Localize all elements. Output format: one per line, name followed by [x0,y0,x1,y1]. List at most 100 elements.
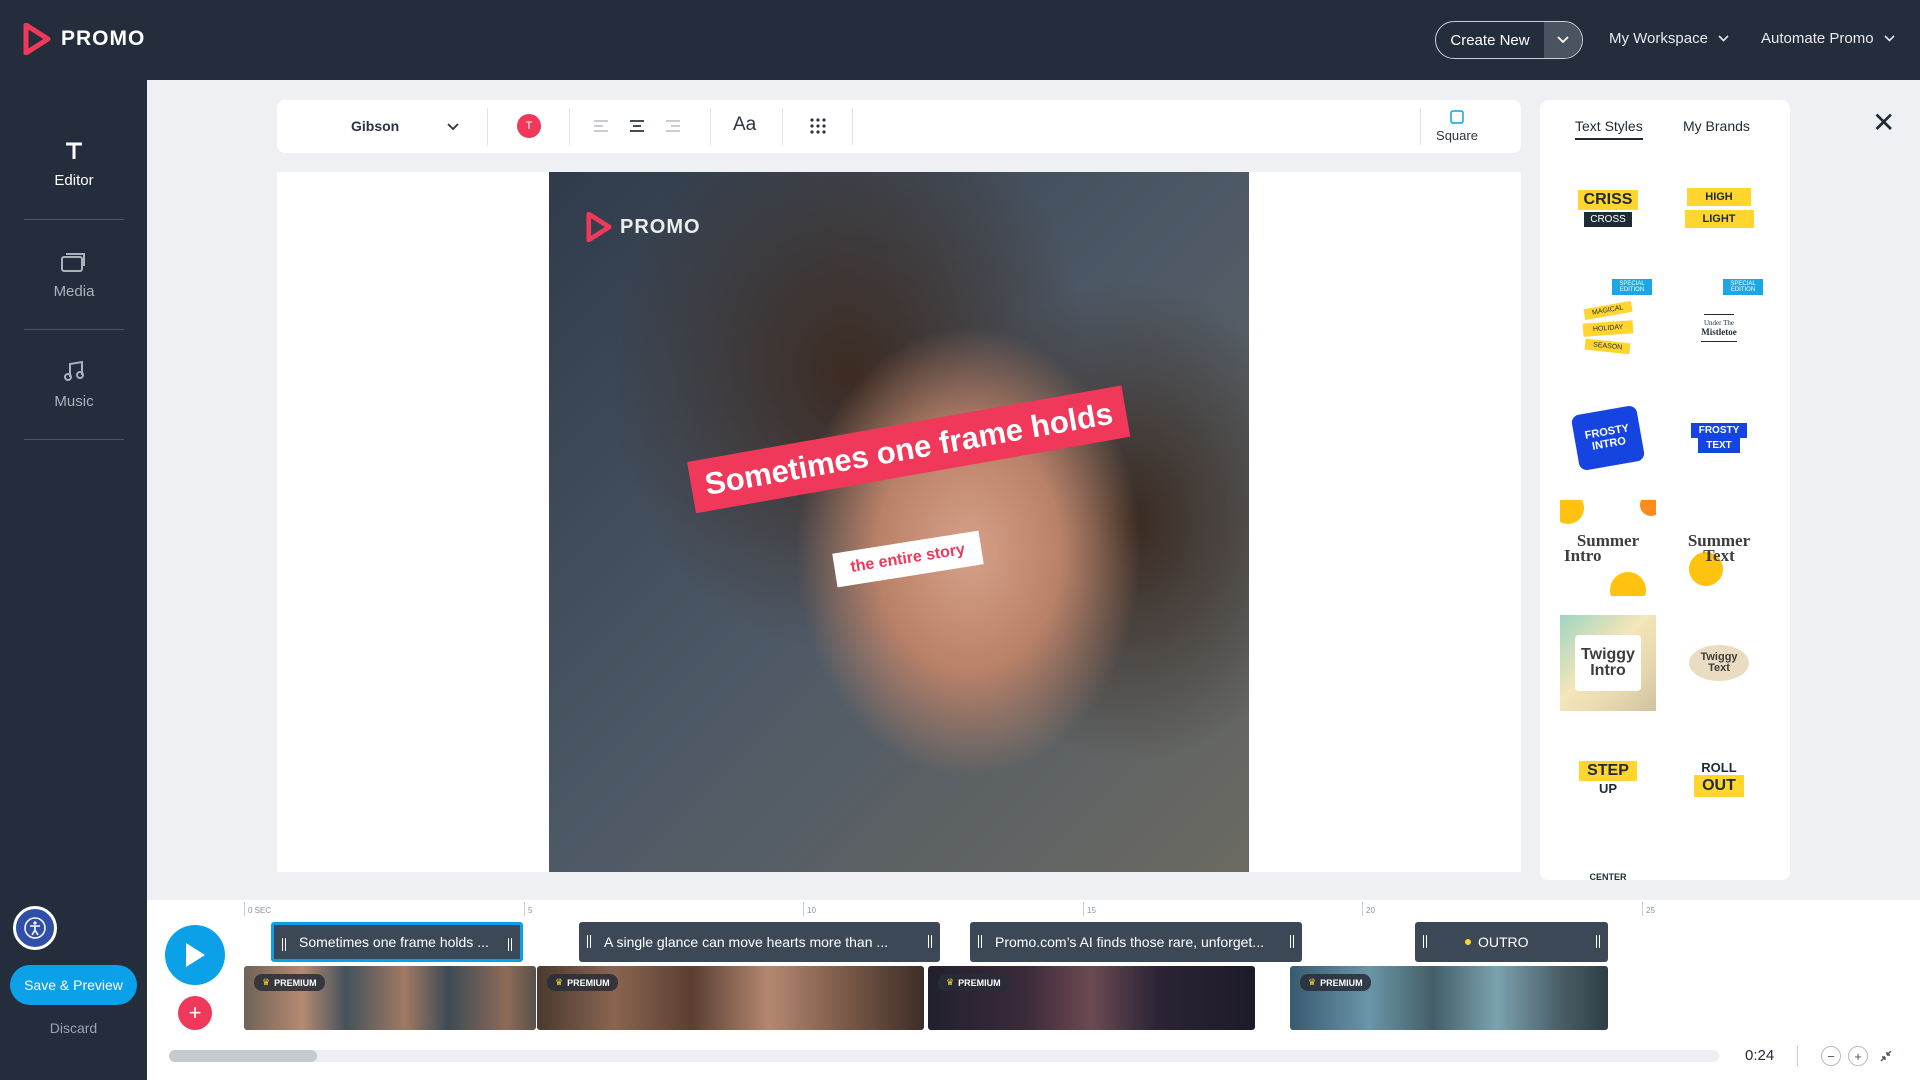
sidebar-item-editor[interactable]: Editor [24,110,124,220]
clip-handle[interactable] [978,935,982,948]
style-summer-text[interactable]: Summer Text [1671,500,1767,596]
crown-icon: ♛ [555,977,564,987]
sidebar-item-label: Media [53,283,95,300]
promo-logo[interactable]: PROMO [23,23,145,55]
fit-timeline-button[interactable] [1876,1046,1896,1066]
style-center[interactable]: CENTER [1560,840,1656,880]
chevron-down-icon [1718,35,1729,42]
font-select[interactable]: Gibson [351,118,399,134]
text-toolbar: Gibson T Aa Square [277,100,1521,153]
style-frosty-intro[interactable]: FROSTY INTRO [1560,390,1656,486]
zoom-out-button[interactable]: − [1821,1046,1841,1066]
promo-logo-icon [23,23,51,55]
font-dropdown[interactable] [447,118,459,136]
create-new-label: Create New [1450,31,1530,49]
logo-text: PROMO [61,27,146,50]
video-watermark: PROMO [586,212,701,242]
align-center-icon[interactable] [625,114,649,138]
clip-handle[interactable] [282,938,286,951]
discard-link[interactable]: Discard [0,1020,147,1036]
style-twiggy-intro[interactable]: Twiggy Intro [1560,615,1656,711]
style-line: SEASON [1584,338,1632,354]
video-clip[interactable]: ♛ PREMIUM [537,966,924,1030]
video-clip[interactable]: ♛ PREMIUM [928,966,1255,1030]
sidebar-item-music[interactable]: Music [24,330,124,440]
ruler-label: 10 [807,906,816,915]
add-scene-button[interactable]: + [178,996,212,1030]
play-icon [186,943,205,967]
style-line: LIGHT [1684,210,1754,228]
video-preview[interactable]: PROMO Sometimes one frame holds the enti… [549,172,1249,872]
clip-handle[interactable] [1290,935,1294,948]
style-step-up[interactable]: STEP UP [1560,730,1656,826]
aspect-ratio-label: Square [1436,128,1478,143]
divider [1420,108,1421,145]
scrollbar-thumb[interactable] [169,1050,317,1062]
play-button[interactable] [165,925,225,985]
create-new-button[interactable]: Create New [1435,21,1583,59]
style-line: UP [1598,780,1618,796]
sidebar-item-label: Music [54,393,94,410]
style-line: ROLL [1701,759,1737,775]
style-roll-out[interactable]: ROLL OUT [1671,730,1767,826]
close-icon[interactable]: ✕ [1872,106,1895,139]
nav-my-workspace[interactable]: My Workspace [1609,30,1729,47]
zoom-in-button[interactable]: + [1848,1046,1868,1066]
style-line: Under The [1704,314,1734,327]
tab-text-styles[interactable]: Text Styles [1575,118,1643,140]
text-case-button[interactable]: Aa [733,114,756,136]
clip-handle[interactable] [928,935,932,948]
style-line: Mistletoe [1701,327,1737,342]
text-clip-label: Sometimes one frame holds ... [299,934,489,950]
premium-badge: ♛ PREMIUM [547,974,618,991]
premium-badge: ♛ PREMIUM [938,974,1009,991]
text-color-swatch[interactable]: T [517,114,541,138]
ruler-tick [803,902,804,916]
style-line: CRISS [1577,189,1639,210]
grid-dots-icon[interactable] [806,114,830,138]
text-clip[interactable]: A single glance can move hearts more tha… [579,922,940,962]
aspect-ratio-button[interactable]: Square [1427,108,1487,143]
twiggy-text-blob: Twiggy Text [1689,645,1749,681]
decor-circle [1610,572,1646,596]
clip-handle[interactable] [1596,935,1600,948]
ruler-tick [244,902,245,916]
timeline-scrollbar[interactable] [169,1050,1719,1062]
save-preview-button[interactable]: Save & Preview [10,965,137,1005]
outro-clip[interactable]: OUTRO [1415,922,1608,962]
align-right-icon[interactable] [661,114,685,138]
special-edition-badge: SPECIAL EDITION [1723,279,1763,295]
frosty-intro-badge: FROSTY INTRO [1570,404,1646,472]
create-new-dropdown[interactable] [1544,22,1582,58]
style-twiggy-text[interactable]: Twiggy Text [1671,615,1767,711]
watermark-text: PROMO [620,215,701,238]
text-styles-panel: Text Styles My Brands CRISS CROSS HIGH L… [1540,100,1790,880]
style-high-light[interactable]: HIGH LIGHT [1671,160,1767,256]
collapse-arrows-icon [1880,1050,1892,1062]
divider [852,108,853,145]
media-stack-icon [61,253,85,272]
accessibility-button[interactable] [13,906,57,950]
style-criss-cross[interactable]: CRISS CROSS [1560,160,1656,256]
tab-my-brands[interactable]: My Brands [1683,118,1750,138]
text-clip[interactable]: Sometimes one frame holds ... [271,922,523,962]
align-left-icon[interactable] [589,114,613,138]
clip-handle[interactable] [1423,935,1427,948]
style-summer-intro[interactable]: Summer Intro [1560,500,1656,596]
caption-sub[interactable]: the entire story [832,530,984,588]
sidebar-item-media[interactable]: Media [24,220,124,330]
style-mistletoe[interactable]: SPECIAL EDITION Under The Mistletoe [1671,275,1767,371]
clip-handle[interactable] [587,935,591,948]
clip-handle[interactable] [508,938,512,951]
style-frosty-text[interactable]: FROSTY TEXT [1671,390,1767,486]
text-clip[interactable]: Promo.com’s AI finds those rare, unforge… [970,922,1302,962]
style-magical-holiday[interactable]: SPECIAL EDITION MAGICAL HOLIDAY SEASON [1560,275,1656,371]
video-clip[interactable]: ♛ PREMIUM [244,966,536,1030]
caption-main[interactable]: Sometimes one frame holds [687,385,1131,514]
premium-badge: ♛ PREMIUM [254,974,325,991]
ruler-label: 25 [1646,906,1655,915]
chevron-down-icon [1883,35,1895,42]
style-line: CROSS [1584,211,1632,227]
nav-automate-promo[interactable]: Automate Promo [1761,30,1895,47]
video-clip[interactable]: ♛ PREMIUM [1290,966,1608,1030]
